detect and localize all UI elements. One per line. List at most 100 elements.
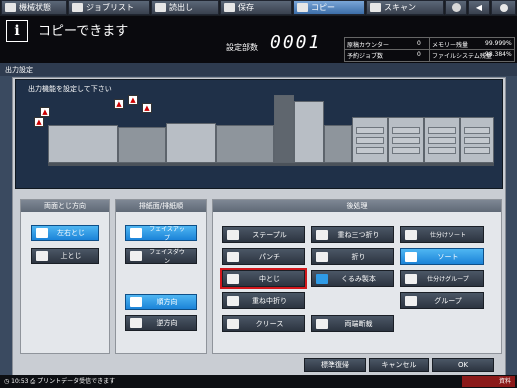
filesystem-value: 98.384% bbox=[485, 51, 512, 58]
status-button[interactable] bbox=[491, 0, 516, 15]
ok-button[interactable]: OK bbox=[432, 358, 494, 372]
tab-recall[interactable]: 読出し bbox=[151, 0, 219, 15]
gear-icon bbox=[451, 3, 461, 12]
memory-value: 99.999% bbox=[485, 40, 512, 47]
staple-button[interactable]: ステープル bbox=[222, 226, 305, 243]
counter-value: 0 bbox=[417, 40, 421, 47]
button-label: 重ね中折り bbox=[252, 296, 287, 305]
instruction-text: 出力機能を設定して下さい bbox=[28, 85, 112, 93]
copies-value: 0001 bbox=[270, 32, 322, 53]
panel-label-bar bbox=[0, 63, 517, 76]
tab-label: スキャン bbox=[384, 3, 416, 12]
button-label: くるみ製本 bbox=[341, 274, 376, 283]
tab-copy[interactable]: コピー bbox=[293, 0, 365, 15]
machine-icon bbox=[5, 3, 16, 12]
normal-order-button[interactable]: 順方向 bbox=[125, 294, 197, 310]
filesystem-label: ファイルシステム残量 bbox=[432, 53, 492, 60]
info-icon: i bbox=[6, 20, 28, 42]
face-up-icon bbox=[130, 228, 142, 238]
memory-label: メモリー残量 bbox=[432, 42, 469, 49]
button-label: パンチ bbox=[258, 252, 281, 261]
trim-icon bbox=[316, 318, 328, 329]
punch-icon bbox=[227, 251, 239, 262]
fold-button[interactable]: 折り bbox=[311, 248, 394, 265]
trim-button[interactable]: 両端断裁 bbox=[311, 315, 394, 332]
button-label: ソート bbox=[437, 252, 459, 261]
group-icon bbox=[405, 295, 417, 306]
crease-button[interactable]: クリース bbox=[222, 315, 305, 332]
button-label: 上とじ bbox=[60, 252, 82, 260]
button-label: クリース bbox=[255, 319, 284, 328]
reverse-order-icon bbox=[130, 318, 142, 328]
sort-output-icon bbox=[405, 229, 417, 240]
clock-icon: ◷ bbox=[4, 378, 10, 385]
footer-message: プリントデータ受信できます bbox=[37, 378, 116, 385]
button-label: 順方向 bbox=[156, 298, 178, 306]
utility-button[interactable] bbox=[445, 0, 467, 15]
tab-label: 読出し bbox=[169, 3, 193, 12]
button-label: グループ bbox=[434, 296, 462, 305]
reverse-order-button[interactable]: 逆方向 bbox=[125, 315, 197, 331]
button-label: フェイスアップ bbox=[149, 226, 185, 242]
staple-icon bbox=[227, 229, 239, 240]
footer-status: ◷ 10:53 ⎙ プリントデータ受信できます bbox=[4, 376, 115, 386]
tab-scan[interactable]: スキャン bbox=[366, 0, 444, 15]
group-sort-icon bbox=[405, 273, 417, 284]
saddle-stitch-button[interactable]: 中とじ bbox=[220, 268, 307, 289]
eject-group-title: 排紙面/排紙順 bbox=[116, 200, 206, 212]
face-up-button[interactable]: フェイスアップ bbox=[125, 225, 197, 242]
footer-resource-button[interactable]: 資料 bbox=[462, 376, 515, 387]
binding-group-title: 両面とじ方向 bbox=[21, 200, 109, 212]
half-fold-icon bbox=[227, 295, 239, 306]
counter-label: 原稿カウンター bbox=[347, 42, 390, 49]
tab-machine-status[interactable]: 機械状態 bbox=[1, 0, 67, 15]
print-icon: ⎙ bbox=[30, 378, 36, 385]
crease-icon bbox=[227, 318, 239, 329]
button-label: ステープル bbox=[252, 230, 287, 239]
button-label: 中とじ bbox=[259, 274, 280, 283]
button-label: 仕分けソート bbox=[429, 232, 466, 239]
tab-label: 機械状態 bbox=[19, 3, 51, 12]
finishing-group-title: 後処理 bbox=[213, 200, 501, 212]
perfect-bind-icon bbox=[316, 273, 328, 284]
store-icon bbox=[224, 3, 235, 12]
group-sort-button[interactable]: 仕分けグループ bbox=[400, 270, 484, 287]
tab-job-list[interactable]: ジョブリスト bbox=[68, 0, 150, 15]
page-title: コピーできます bbox=[38, 24, 129, 39]
sort-button[interactable]: ソート bbox=[400, 248, 484, 265]
tab-label: コピー bbox=[311, 3, 335, 12]
cancel-button[interactable]: キャンセル bbox=[369, 358, 429, 372]
button-label: 重ね三つ折り bbox=[337, 230, 380, 239]
jobs-label: 予約ジョブ数 bbox=[347, 53, 384, 60]
tab-store[interactable]: 保存 bbox=[220, 0, 292, 15]
perfect-bind-button[interactable]: くるみ製本 bbox=[311, 270, 394, 287]
volume-button[interactable]: ◀ bbox=[468, 0, 490, 15]
copies-label: 設定部数 bbox=[226, 43, 258, 52]
status-dot-icon bbox=[499, 3, 508, 12]
button-label: フェイスダウン bbox=[149, 249, 185, 265]
speaker-icon: ◀ bbox=[475, 3, 483, 12]
sort-output-button[interactable]: 仕分けソート bbox=[400, 226, 484, 243]
scan-icon bbox=[370, 3, 381, 12]
button-label: 両端断裁 bbox=[344, 319, 373, 328]
copy-icon bbox=[297, 3, 308, 12]
top-binding-button[interactable]: 上とじ bbox=[31, 248, 99, 264]
group-button[interactable]: グループ bbox=[400, 292, 484, 309]
punch-button[interactable]: パンチ bbox=[222, 248, 305, 265]
top-binding-icon bbox=[36, 251, 48, 261]
jobs-value: 0 bbox=[417, 51, 421, 58]
face-down-icon bbox=[130, 251, 142, 261]
tri-fold-button[interactable]: 重ね三つ折り bbox=[311, 226, 394, 243]
tab-label: 保存 bbox=[238, 3, 254, 12]
reset-default-button[interactable]: 標準復帰 bbox=[304, 358, 366, 372]
button-label: 逆方向 bbox=[156, 319, 178, 327]
button-label: 仕分けグループ bbox=[427, 276, 469, 283]
sort-icon bbox=[405, 251, 417, 262]
left-right-binding-button[interactable]: 左右とじ bbox=[31, 225, 99, 241]
recall-icon bbox=[155, 3, 166, 12]
machine-illustration: ▲ ▲ ▲ ▲ ▲ bbox=[30, 95, 498, 175]
job-list-icon bbox=[72, 3, 83, 12]
fold-icon bbox=[316, 251, 328, 262]
face-down-button[interactable]: フェイスダウン bbox=[125, 248, 197, 265]
half-fold-button[interactable]: 重ね中折り bbox=[222, 292, 305, 309]
